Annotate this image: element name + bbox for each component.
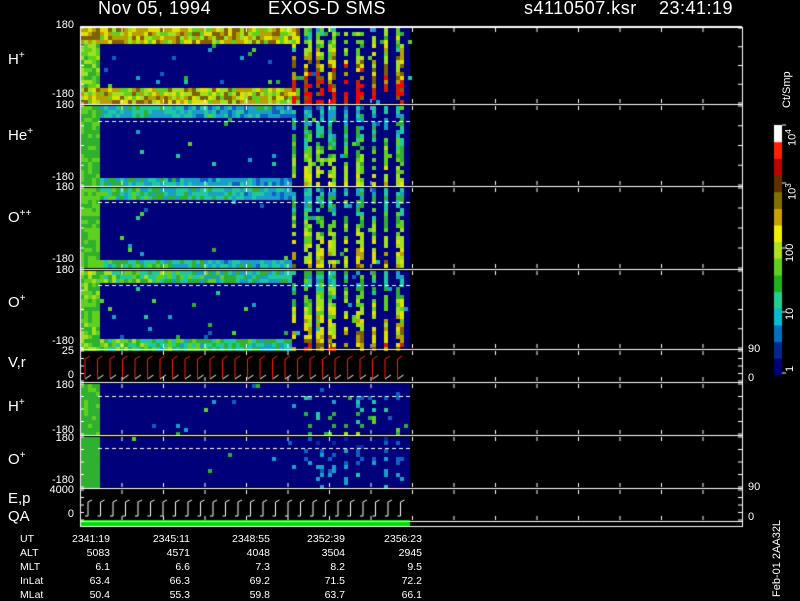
ephemeris-value: 66.1: [401, 589, 422, 601]
panel-label-h-plus-1: H+: [8, 50, 25, 68]
footer-code: Feb-01 2AA32L: [771, 519, 783, 597]
ephemeris-value: 7.3: [255, 561, 270, 573]
tick-top-h2: 180: [55, 379, 74, 391]
header-mission: EXOS-D SMS: [268, 0, 387, 18]
ephemeris-label: ALT: [20, 547, 39, 559]
ephemeris-value: 2348:55: [232, 533, 270, 545]
panel-label-h-plus-2: H+: [8, 397, 25, 415]
panel-label-o-plus-1: O+: [8, 293, 26, 311]
ephemeris-value: 2341:19: [72, 533, 110, 545]
ephemeris-value: 2945: [398, 547, 422, 559]
right-tick-ep-top: 90: [748, 481, 761, 493]
ephemeris-label: MLat: [20, 589, 44, 601]
ephemeris-value: 9.5: [407, 561, 422, 573]
ephemeris-value: 66.3: [169, 575, 190, 587]
ephemeris-label: InLat: [20, 575, 44, 587]
header-date: Nov 05, 1994: [98, 0, 212, 18]
ephemeris-value: 8.2: [330, 561, 345, 573]
tick-top-vr: 25: [61, 345, 74, 357]
qa-label: QA: [8, 508, 30, 525]
ephemeris-label: UT: [20, 533, 34, 545]
colorbar-tick-1000: 103: [784, 183, 799, 200]
header-time: 23:41:19: [659, 0, 734, 18]
colorbar-tick-1: 1: [784, 365, 796, 372]
tick-bottom-ep: 0: [67, 508, 74, 520]
ephemeris-value: 4571: [166, 547, 190, 559]
panel-label-vr: V,r: [8, 354, 26, 371]
ephemeris-value: 59.8: [249, 589, 270, 601]
ephemeris-value: 2345:11: [152, 533, 190, 545]
panel-label-o-plusplus: O++: [8, 208, 32, 226]
tick-top-he: 180: [55, 99, 74, 111]
ephemeris-value: 69.2: [249, 575, 270, 587]
right-tick-vr-top: 90: [748, 343, 761, 355]
ephemeris-value: 72.2: [401, 575, 422, 587]
ephemeris-value: 5083: [86, 547, 110, 559]
ephemeris-label: MLT: [20, 561, 41, 573]
ephemeris-value: 4048: [246, 547, 270, 559]
header-file: s4110507.ksr: [524, 0, 637, 18]
ephemeris-value: 63.4: [89, 575, 110, 587]
colorbar-label: Ct/Smp: [781, 71, 793, 108]
ephemeris-value: 2352:39: [307, 533, 345, 545]
colorbar-tick-100: 100: [784, 243, 796, 262]
panel-label-o-plus-2: O+: [8, 450, 26, 468]
ephemeris-value: 6.1: [95, 561, 110, 573]
ephemeris-value: 71.5: [324, 575, 345, 587]
ephemeris-value: 2356:23: [384, 533, 422, 545]
panel-label-ep: E,p: [8, 490, 31, 507]
right-tick-vr-bottom: 0: [748, 372, 755, 384]
tick-top-ep: 4000: [49, 484, 74, 496]
spectrogram-canvas: [0, 0, 800, 600]
tick-top-op1: 180: [55, 264, 74, 276]
colorbar-tick-10: 10: [784, 307, 796, 320]
right-tick-ep-bottom: 0: [748, 511, 755, 523]
ephemeris-value: 50.4: [89, 589, 110, 601]
ephemeris-value: 63.7: [324, 589, 345, 601]
panel-label-he-plus: He+: [8, 126, 34, 144]
ephemeris-value: 6.6: [175, 561, 190, 573]
colorbar-tick-10000: 104: [784, 129, 799, 146]
ephemeris-value: 55.3: [169, 589, 190, 601]
tick-top-h1: 180: [55, 19, 74, 31]
tick-top-o2: 180: [55, 432, 74, 444]
tick-top-opp: 180: [55, 181, 74, 193]
ephemeris-value: 3504: [321, 547, 345, 559]
